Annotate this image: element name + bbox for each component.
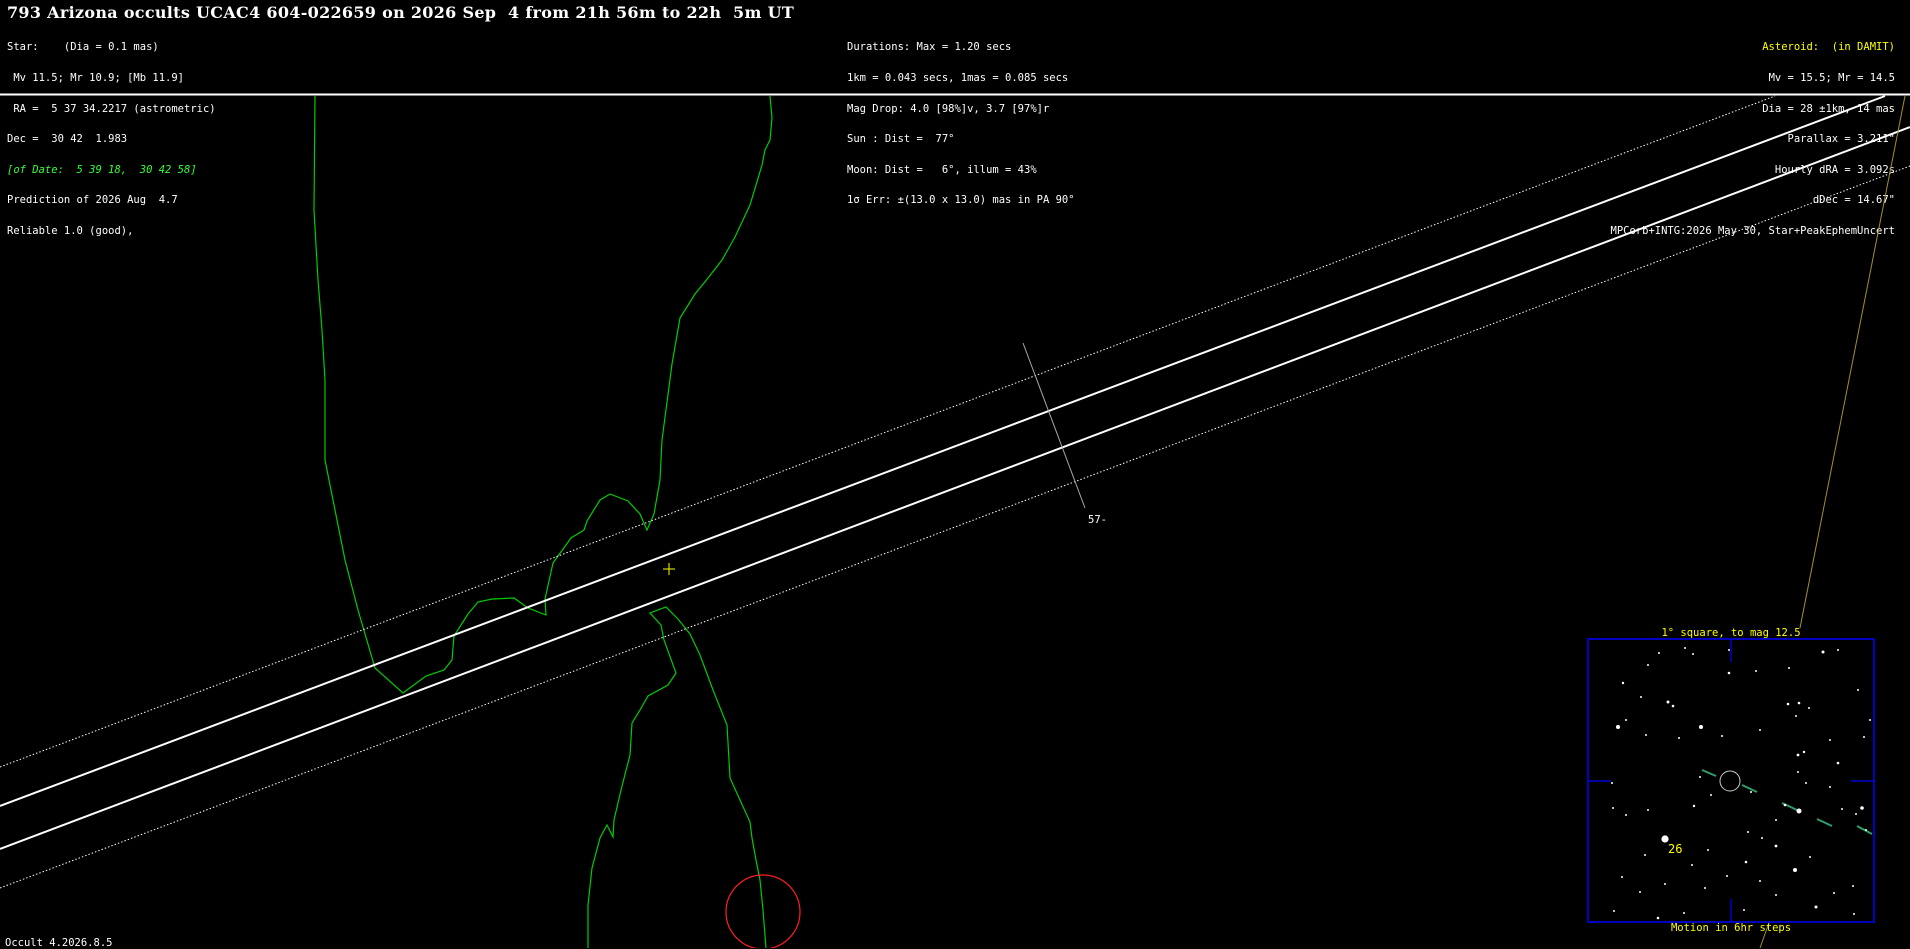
occultation-map <box>0 93 1910 948</box>
inset-star-label: 26 <box>1668 842 1683 856</box>
path-uncertainty-north <box>0 95 1776 768</box>
time-tick-label: 57- <box>1088 514 1107 526</box>
inset-footer: Motion in 6hr steps <box>1670 922 1792 934</box>
inset-title: 1° square, to mag 12.5 <box>1661 627 1801 639</box>
time-tick-marker <box>1022 342 1086 509</box>
version-label: Occult 4.2026.8.5 <box>5 937 113 949</box>
finder-pointer-line <box>1799 95 1906 629</box>
coastline-east <box>587 606 767 948</box>
star-chart-inset <box>1587 638 1875 923</box>
coastline-west <box>313 95 773 694</box>
center-cross-marker <box>663 563 675 575</box>
